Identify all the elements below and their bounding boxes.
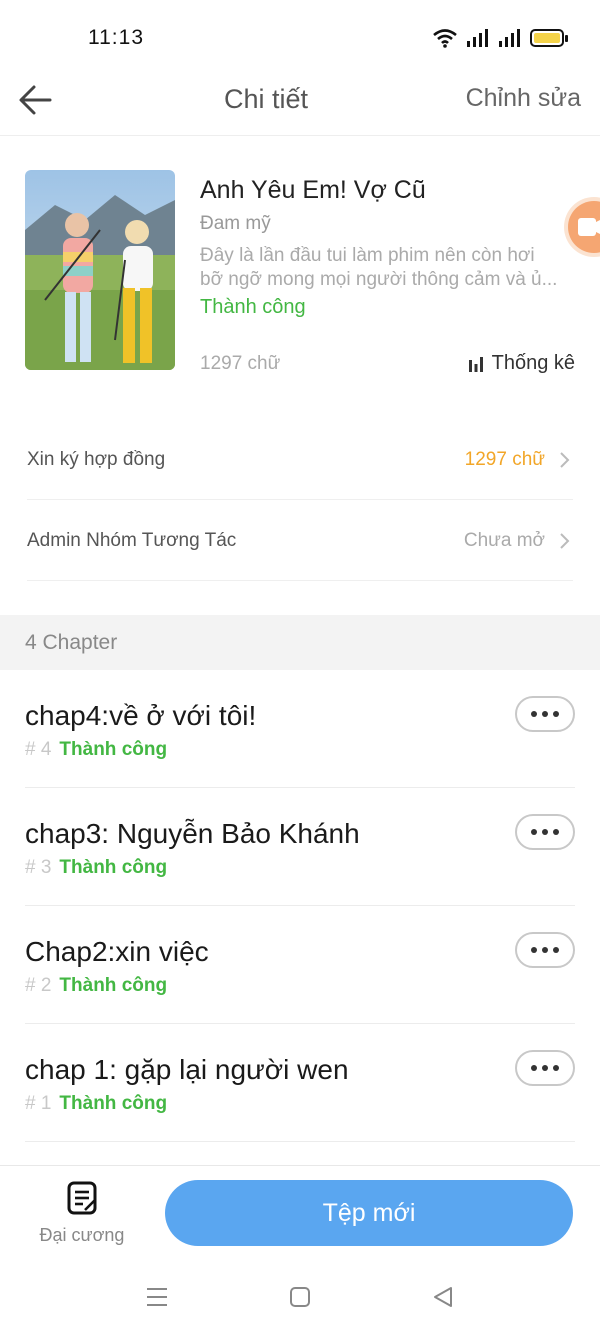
chapter-status: Thành công — [59, 739, 168, 760]
chapter-item[interactable]: Chap2:xin việc # 2 Thành công — [25, 906, 575, 1024]
more-dots-icon — [531, 947, 537, 953]
more-dots-icon — [553, 947, 559, 953]
admin-group-label: Admin Nhóm Tương Tác — [27, 530, 237, 551]
bottom-action-bar: Đại cương Tệp mới — [0, 1165, 600, 1260]
more-dots-icon — [553, 711, 559, 717]
more-dots-icon — [531, 711, 537, 717]
chapter-more-button[interactable] — [515, 696, 575, 732]
floating-video-button[interactable] — [568, 201, 600, 253]
chapter-title: chap 1: gặp lại người wen — [25, 1054, 349, 1085]
chapter-status: Thành công — [59, 975, 168, 996]
book-status: Thành công — [200, 296, 306, 318]
stats-button[interactable]: Thống kê — [468, 352, 575, 375]
system-nav-bar — [0, 1260, 600, 1333]
book-cover-image[interactable] — [25, 170, 175, 370]
book-description: Đây là lần đầu tui làm phim nên còn hơi … — [200, 244, 575, 292]
book-card[interactable]: Anh Yêu Em! Vợ Cũ Đam mỹ Đây là lần đầu … — [25, 170, 575, 374]
admin-group-value: Chưa mở — [463, 530, 545, 551]
book-genre: Đam mỹ — [200, 213, 271, 234]
more-dots-icon — [542, 829, 548, 835]
book-description-line: bỡ ngỡ mong mọi người thông cảm và ủ... — [200, 269, 558, 290]
battery-level — [534, 33, 560, 43]
chapter-meta: # 1 Thành công — [25, 1093, 167, 1115]
chapter-more-button[interactable] — [515, 1050, 575, 1086]
menu-icon[interactable] — [144, 1284, 170, 1310]
battery-icon — [530, 29, 568, 47]
book-description-line: Đây là lần đầu tui làm phim nên còn hơi — [200, 245, 535, 266]
chapter-section-header: 4 Chapter — [0, 615, 600, 670]
chapter-item[interactable]: chap 1: gặp lại người wen # 1 Thành công — [25, 1024, 575, 1142]
status-bar: 11:13 — [0, 0, 600, 70]
page-title: Chi tiết — [223, 84, 309, 114]
more-dots-icon — [553, 1065, 559, 1071]
chapter-number: # 1 — [25, 1093, 52, 1114]
chapter-meta: # 3 Thành công — [25, 857, 167, 879]
chapter-number: # 3 — [25, 857, 52, 878]
more-dots-icon — [542, 947, 548, 953]
edit-button[interactable]: Chỉnh sửa — [466, 84, 581, 113]
chapter-title: chap4:về ở với tôi! — [25, 700, 257, 731]
more-dots-icon — [531, 1065, 537, 1071]
more-dots-icon — [553, 829, 559, 835]
outline-tab[interactable]: Đại cương — [30, 1181, 134, 1251]
chapter-meta: # 2 Thành công — [25, 975, 167, 997]
chevron-right-icon — [560, 533, 570, 549]
stats-label: Thống kê — [491, 352, 575, 374]
video-camera-icon — [578, 218, 600, 236]
chapter-item[interactable]: chap4:về ở với tôi! # 4 Thành công — [25, 670, 575, 788]
book-title: Anh Yêu Em! Vợ Cũ — [200, 176, 426, 204]
chevron-right-icon — [560, 452, 570, 468]
outline-label: Đại cương — [39, 1225, 125, 1245]
chapter-status: Thành công — [59, 1093, 168, 1114]
chapter-count: 4 Chapter — [25, 631, 118, 654]
chapter-number: # 2 — [25, 975, 52, 996]
contract-value: 1297 chữ — [464, 449, 545, 470]
chapter-number: # 4 — [25, 739, 52, 760]
chapter-meta: # 4 Thành công — [25, 739, 167, 761]
chapter-title: Chap2:xin việc — [25, 936, 209, 967]
chapter-more-button[interactable] — [515, 932, 575, 968]
more-dots-icon — [542, 1065, 548, 1071]
more-dots-icon — [542, 711, 548, 717]
new-file-button[interactable]: Tệp mới — [165, 1180, 573, 1246]
document-icon — [67, 1181, 97, 1215]
chapter-more-button[interactable] — [515, 814, 575, 850]
home-icon[interactable] — [287, 1284, 313, 1310]
signal-icon — [467, 29, 488, 47]
admin-group-row[interactable]: Admin Nhóm Tương Tác Chưa mở — [27, 501, 573, 581]
chapter-item[interactable]: chap3: Nguyễn Bảo Khánh # 3 Thành công — [25, 788, 575, 906]
status-time: 11:13 — [88, 26, 144, 49]
contract-row[interactable]: Xin ký hợp đồng 1297 chữ — [27, 420, 573, 500]
signal-icon — [499, 29, 520, 47]
back-triangle-icon[interactable] — [430, 1284, 456, 1310]
status-icons — [432, 26, 568, 50]
book-word-count: 1297 chữ — [200, 353, 281, 374]
chapter-title: chap3: Nguyễn Bảo Khánh — [25, 818, 360, 849]
more-dots-icon — [531, 829, 537, 835]
wifi-icon — [433, 29, 457, 48]
header: Chi tiết Chỉnh sửa — [0, 70, 600, 136]
contract-label: Xin ký hợp đồng — [27, 449, 166, 470]
chapter-status: Thành công — [59, 857, 168, 878]
bar-chart-icon — [468, 356, 483, 372]
